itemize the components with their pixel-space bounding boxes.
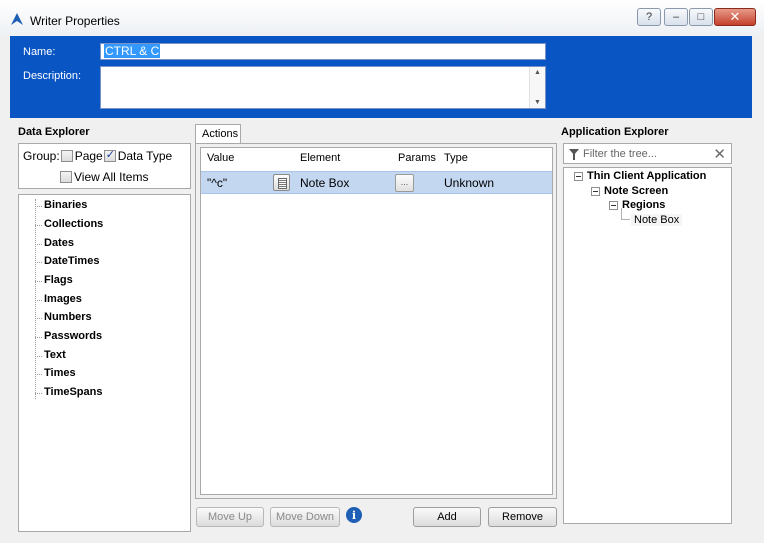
tree-connector [621,208,630,220]
data-type-tree: Binaries Collections Dates DateTimes Fla… [18,194,191,532]
app-logo-icon [11,13,23,25]
filter-input[interactable] [583,146,709,162]
data-type-label[interactable]: Data Type [118,149,172,163]
table-row[interactable]: "^c" Note Box ... Unknown [201,171,552,194]
params-button[interactable]: ... [395,174,414,192]
view-all-row: View All Items [59,170,148,184]
view-all-checkbox[interactable] [60,171,72,183]
collapse-icon[interactable] [609,200,618,210]
tree-node-screen-label: Note Screen [604,185,669,197]
cell-value[interactable]: "^c" [207,176,227,190]
application-tree: Thin Client Application Note Screen Regi… [563,167,732,524]
filter-icon [569,149,579,160]
group-options: Group: Page Data Type View All Items [18,143,191,189]
tree-item-binaries[interactable]: Binaries [35,199,87,211]
collapse-icon[interactable] [591,186,600,196]
tree-node-regions[interactable]: Regions [609,199,665,211]
grid-header: Value Element Params Type [201,148,552,170]
tree-item-times[interactable]: Times [35,367,76,379]
tree-item-passwords[interactable]: Passwords [35,330,102,342]
tree-item-text[interactable]: Text [35,349,66,361]
tab-actions[interactable]: Actions [195,124,241,144]
cell-type[interactable]: Unknown [444,176,494,190]
title-bar: Writer Properties ? – □ ✕ [0,0,764,34]
name-input[interactable]: CTRL & C [100,43,546,60]
tree-item-dates[interactable]: Dates [35,237,74,249]
scroll-down-icon[interactable]: ▼ [534,99,541,106]
column-header-type[interactable]: Type [444,152,468,164]
collapse-icon[interactable] [574,171,583,181]
minimize-button[interactable]: – [664,8,688,26]
remove-button[interactable]: Remove [488,507,557,527]
column-header-params[interactable]: Params [398,152,436,164]
tree-node-root-label: Thin Client Application [587,170,707,182]
tree-node-screen[interactable]: Note Screen [591,185,668,197]
clear-filter-icon[interactable]: ✕ [713,145,726,163]
data-type-checkbox[interactable] [103,148,116,162]
page-label[interactable]: Page [75,149,103,163]
add-button[interactable]: Add [413,507,481,527]
name-label: Name: [23,46,56,58]
properties-header: Name: CTRL & C Description: ▲ ▼ [10,36,752,118]
group-row: Group: Page Data Type [23,148,172,163]
description-input[interactable]: ▲ ▼ [100,66,546,109]
application-explorer-title: Application Explorer [561,126,669,138]
group-label: Group: [23,149,60,163]
move-up-button[interactable]: Move Up [196,507,264,527]
page-checkbox[interactable] [60,150,73,162]
tree-item-timespans[interactable]: TimeSpans [35,386,103,398]
cell-element[interactable]: Note Box [300,176,349,190]
name-value: CTRL & C [104,44,161,58]
filter-box: ✕ [563,143,732,164]
tree-item-collections[interactable]: Collections [35,218,103,230]
close-button[interactable]: ✕ [714,8,756,26]
maximize-button[interactable]: □ [689,8,713,26]
description-scrollbar[interactable]: ▲ ▼ [529,67,545,108]
actions-pane: Value Element Params Type "^c" Note Box … [195,143,557,499]
description-label: Description: [23,70,82,82]
column-header-element[interactable]: Element [300,152,340,164]
tree-node-note-box[interactable]: Note Box [631,214,683,226]
scroll-up-icon[interactable]: ▲ [534,69,541,76]
writer-properties-window: Writer Properties ? – □ ✕ Name: CTRL & C… [0,0,764,543]
tree-item-numbers[interactable]: Numbers [35,311,92,323]
help-button[interactable]: ? [637,8,661,26]
actions-grid: Value Element Params Type "^c" Note Box … [200,147,553,495]
tree-item-flags[interactable]: Flags [35,274,73,286]
tree-item-datetimes[interactable]: DateTimes [35,255,99,267]
window-title: Writer Properties [30,14,120,28]
data-explorer-title: Data Explorer [18,126,90,138]
tree-item-images[interactable]: Images [35,293,82,305]
column-header-value[interactable]: Value [207,152,234,164]
info-icon[interactable]: i [346,507,362,523]
tree-node-root[interactable]: Thin Client Application [574,170,706,182]
view-all-label[interactable]: View All Items [74,170,148,184]
element-picker-icon[interactable] [273,174,290,191]
move-down-button[interactable]: Move Down [270,507,340,527]
